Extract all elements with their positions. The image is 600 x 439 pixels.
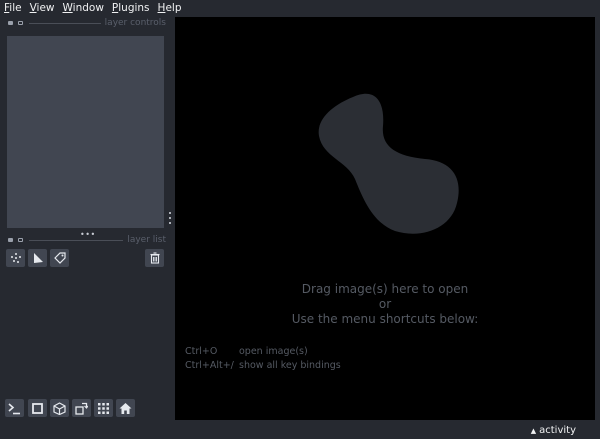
home-icon xyxy=(119,402,132,414)
welcome-line-2: or xyxy=(378,297,392,311)
console-button[interactable] xyxy=(5,399,24,417)
layer-list-title: layer list xyxy=(127,235,166,245)
menu-view[interactable]: View xyxy=(29,2,56,14)
grid-icon xyxy=(98,402,109,414)
new-shapes-icon xyxy=(33,253,43,263)
menu-window[interactable]: Window xyxy=(62,2,105,14)
console-icon xyxy=(8,402,20,414)
shortcut-key: Ctrl+O xyxy=(185,346,218,357)
delete-layer-icon xyxy=(150,252,159,264)
viewer-canvas[interactable]: Drag image(s) here to open or Use the me… xyxy=(175,17,595,420)
shortcut-desc: show all key bindings xyxy=(239,360,341,371)
title-rule xyxy=(29,239,124,241)
transpose-button[interactable] xyxy=(72,399,91,417)
delete-layer-button[interactable] xyxy=(145,249,164,267)
activity-button[interactable]: ▲ activity xyxy=(531,425,576,436)
grid-button[interactable] xyxy=(94,399,113,417)
dock-float-icon[interactable] xyxy=(18,238,23,242)
new-points-icon xyxy=(10,253,21,263)
ndisplay-button[interactable] xyxy=(28,399,47,417)
new-shapes-button[interactable] xyxy=(28,249,47,267)
transpose-icon xyxy=(75,402,88,415)
new-points-button[interactable] xyxy=(6,249,25,267)
chevron-up-icon: ▲ xyxy=(530,426,537,435)
new-labels-button[interactable] xyxy=(50,249,69,267)
menubar: File View Window Plugins Help xyxy=(0,0,600,15)
layer-controls-title: layer controls xyxy=(104,18,166,28)
home-button[interactable] xyxy=(116,399,135,417)
side-splitter-handle[interactable] xyxy=(168,212,172,224)
ndisplay-2d-icon xyxy=(32,402,43,414)
status-bar: ▲ activity xyxy=(0,423,600,439)
dock-float-icon[interactable] xyxy=(18,21,23,25)
dock-close-icon[interactable] xyxy=(8,238,13,242)
layer-controls-titlebar: layer controls xyxy=(4,17,166,29)
napari-logo-icon xyxy=(318,93,459,234)
new-labels-icon xyxy=(53,252,66,264)
layer-controls-panel xyxy=(7,36,164,228)
roll-dims-icon xyxy=(53,401,66,415)
welcome-line-1: Drag image(s) here to open xyxy=(301,282,469,296)
shortcut-key: Ctrl+Alt+/ xyxy=(185,360,234,371)
dock-close-icon[interactable] xyxy=(8,21,13,25)
roll-dims-button[interactable] xyxy=(50,399,69,417)
welcome-line-3: Use the menu shortcuts below: xyxy=(291,312,479,326)
shortcut-desc: open image(s) xyxy=(239,346,308,357)
menu-plugins[interactable]: Plugins xyxy=(111,2,151,14)
layer-list-titlebar: layer list xyxy=(4,234,166,246)
title-rule xyxy=(29,22,101,24)
activity-label: activity xyxy=(539,425,576,436)
menu-file[interactable]: File xyxy=(3,2,23,14)
menu-help[interactable]: Help xyxy=(157,2,183,14)
